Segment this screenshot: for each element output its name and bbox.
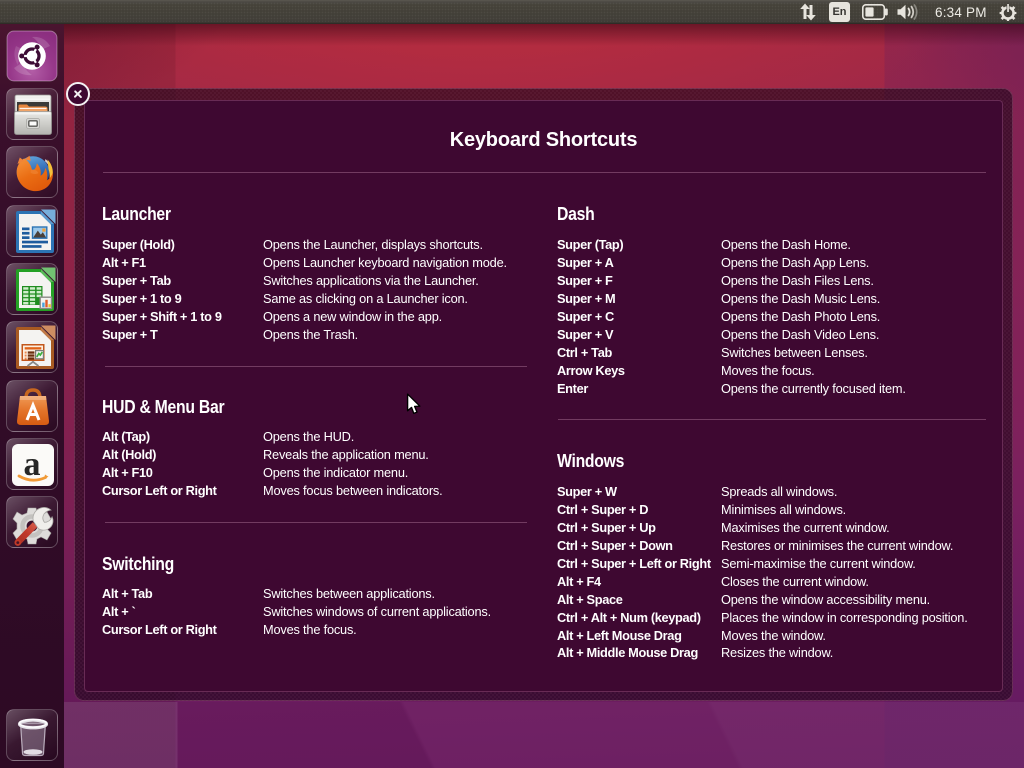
svg-text:a: a: [24, 446, 41, 483]
